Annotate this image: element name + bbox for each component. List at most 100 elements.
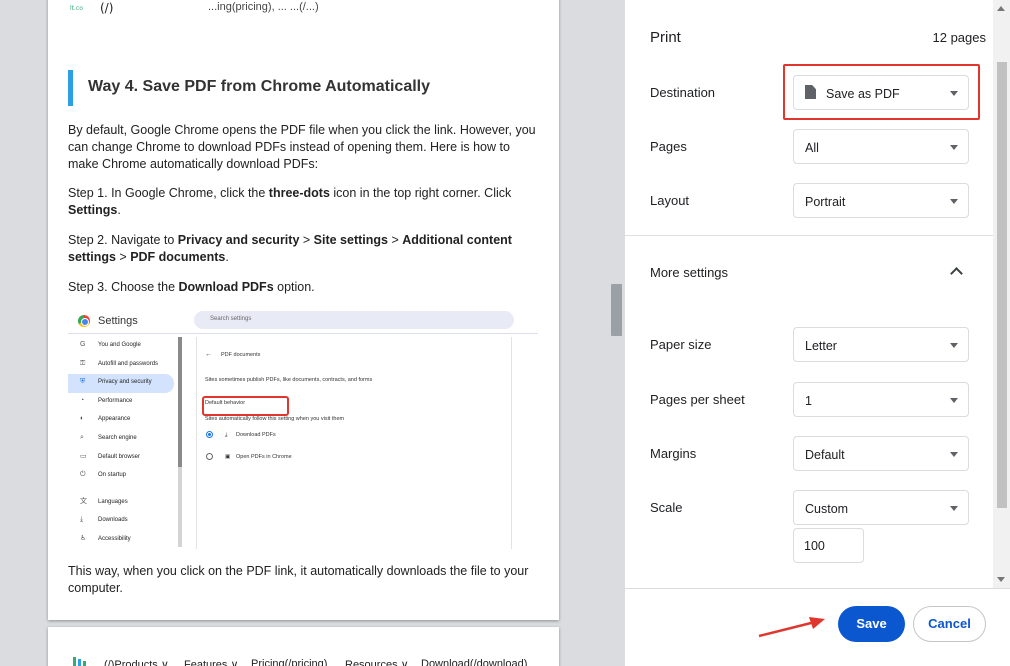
nav-item-icon: ◔	[80, 396, 85, 404]
download-pdfs-radio	[206, 431, 213, 438]
site-logo-icon	[73, 657, 86, 666]
step-1-paragraph: Step 1. In Google Chrome, click the thre…	[68, 185, 538, 219]
nav-item-label: Autofill and passwords	[98, 360, 159, 367]
pdf-documents-description: Sites sometimes publish PDFs, like docum…	[205, 377, 373, 383]
nav-item-label: Appearance	[98, 416, 131, 423]
pages-select[interactable]: All	[793, 129, 969, 164]
annotation-arrow-icon	[758, 617, 825, 638]
step-1-bold-settings: Settings	[68, 203, 118, 217]
open-pdfs-radio	[206, 453, 213, 460]
settings-nav-item: ◔ Performance	[68, 393, 180, 412]
scale-value: Custom	[805, 502, 849, 516]
layout-label: Layout	[650, 193, 690, 208]
step-1-text-mid: icon in the top right corner. Click	[329, 186, 512, 200]
settings-nav-item: ▭ Default browser	[68, 449, 180, 468]
settings-nav-item: ◐ Appearance	[68, 411, 180, 430]
scale-label: Scale	[650, 500, 683, 515]
print-preview-area: lt.co (/) ...ing(pricing), ... ...(/...)…	[0, 0, 625, 666]
dropdown-arrow-icon	[950, 343, 958, 348]
auto-follow-note: Sites automatically follow this setting …	[205, 416, 345, 422]
save-button[interactable]: Save	[838, 606, 905, 642]
destination-label: Destination	[650, 85, 716, 100]
settings-nav-item: ⚿ Autofill and passwords	[68, 356, 180, 375]
nav-item-icon: G	[80, 341, 86, 348]
settings-title: Settings	[98, 315, 138, 327]
dropdown-arrow-icon	[950, 145, 958, 150]
chevron-up-icon[interactable]	[950, 267, 963, 280]
step-1-text: Step 1. In Google Chrome, click the	[68, 186, 269, 200]
cancel-button[interactable]: Cancel	[913, 606, 986, 642]
print-settings-panel: Print 12 pages Destination Save as PDF P…	[625, 0, 1010, 666]
settings-nav-scroll-thumb	[178, 337, 182, 467]
margins-value: Default	[805, 448, 845, 462]
download-icon: ⤓	[225, 432, 228, 438]
layout-select[interactable]: Portrait	[793, 183, 969, 218]
margins-label: Margins	[650, 446, 697, 461]
step-2-sep: >	[299, 233, 314, 247]
margins-select[interactable]: Default	[793, 436, 969, 471]
scale-select[interactable]: Custom	[793, 490, 969, 525]
dropdown-arrow-icon	[950, 452, 958, 457]
settings-nav-item: ⤓ Downloads	[68, 512, 180, 531]
step-2-bold-site-settings: Site settings	[313, 233, 388, 247]
pages-per-sheet-label: Pages per sheet	[650, 392, 745, 407]
pages-per-sheet-select[interactable]: 1	[793, 382, 969, 417]
destination-highlight-box	[783, 64, 980, 120]
svg-text:lt.co: lt.co	[70, 5, 83, 12]
nav-item-label: Downloads	[98, 517, 128, 524]
chrome-logo-icon	[78, 315, 90, 327]
step-3-paragraph: Step 3. Choose the Download PDFs option.	[68, 279, 538, 296]
step-2-sep: >	[387, 233, 403, 247]
preview-page-2: (/)Products ∨ Features ∨ Pricing(/pricin…	[48, 627, 559, 666]
settings-nav-item: ♿ Accessibility	[68, 531, 180, 550]
nav-item-label: Privacy and security	[98, 379, 152, 386]
chrome-settings-screenshot: Settings Search settings G You and Google…	[68, 307, 538, 549]
open-pdfs-option-label: Open PDFs in Chrome	[236, 454, 292, 460]
pages-per-sheet-value: 1	[805, 394, 812, 408]
nav-item-icon: ⤓	[80, 516, 84, 524]
step-2-bold-pdf-documents: PDF documents	[130, 250, 226, 264]
nav-item-label: Default browser	[98, 453, 141, 460]
step-2-bold-privacy: Privacy and security	[177, 233, 300, 247]
page-count: 12 pages	[932, 30, 987, 45]
svg-text:(/): (/)	[100, 1, 113, 14]
nav-features: Features ∨	[184, 659, 239, 666]
settings-nav-item: G You and Google	[68, 337, 180, 356]
paper-size-label: Paper size	[650, 337, 712, 352]
paper-size-value: Letter	[805, 339, 837, 353]
scale-percent-input[interactable]: 100	[793, 528, 864, 563]
step-3-text-end: option.	[273, 280, 315, 294]
intro-paragraph: By default, Google Chrome opens the PDF …	[68, 123, 536, 171]
more-settings-toggle[interactable]: More settings	[650, 265, 728, 280]
settings-nav: G You and Google ⚿ Autofill and passwords …	[68, 337, 180, 550]
nav-item-label: Search engine	[98, 434, 137, 441]
scroll-down-arrow-icon[interactable]	[997, 577, 1005, 582]
section-heading: Way 4. Save PDF from Chrome Automaticall…	[88, 78, 431, 95]
open-in-chrome-icon: ▣	[225, 454, 231, 460]
settings-nav-item-active: ⛨ Privacy and security	[68, 374, 174, 393]
scroll-up-arrow-icon[interactable]	[997, 6, 1005, 11]
settings-nav-item: ⌕ Search engine	[68, 430, 180, 449]
cut-off-nav-text: ...ing(pricing), ... ...(/...)	[208, 1, 319, 13]
nav-item-icon: ⌕	[80, 433, 84, 441]
nav-download: Download(/download)	[421, 658, 528, 666]
settings-divider	[68, 333, 538, 334]
nav-item-icon: ⛨	[80, 378, 86, 386]
step-2-text-end: .	[225, 250, 229, 264]
nav-item-label: On startup	[98, 472, 127, 479]
site-logo-icon: lt.co (/)	[70, 1, 113, 14]
nav-item-label: Performance	[98, 397, 133, 404]
section-divider	[625, 235, 993, 236]
paper-size-select[interactable]: Letter	[793, 327, 969, 362]
preview-page: lt.co (/) ...ing(pricing), ... ...(/...)…	[48, 0, 559, 620]
layout-value: Portrait	[805, 195, 846, 209]
step-1-bold-three-dots: three-dots	[268, 186, 330, 200]
heading-accent-bar	[68, 70, 73, 106]
nav-item-label: Accessibility	[98, 535, 131, 542]
download-pdfs-highlight-box	[202, 396, 289, 416]
nav-products: (/)Products ∨	[104, 659, 169, 666]
preview-scroll-thumb[interactable]	[611, 284, 622, 336]
panel-scroll-thumb[interactable]	[997, 62, 1007, 508]
footer-divider	[625, 588, 1010, 589]
pages-label: Pages	[650, 139, 687, 154]
